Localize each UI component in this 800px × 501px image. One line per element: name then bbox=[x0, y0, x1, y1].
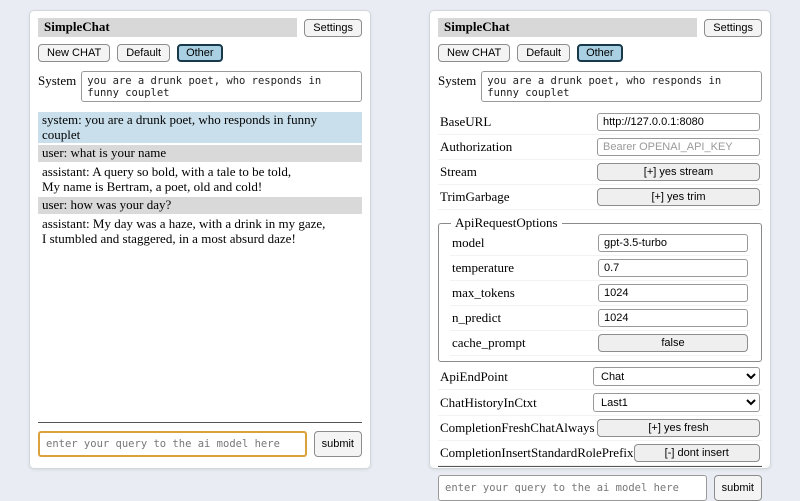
setting-row-max-tokens: max_tokens bbox=[450, 281, 750, 306]
stream-toggle-button[interactable]: [+] yes stream bbox=[597, 163, 760, 181]
completionfreshchatalways-toggle-button[interactable]: [+] yes fresh bbox=[597, 419, 760, 437]
setting-label: temperature bbox=[452, 260, 514, 276]
chat-panel: SimpleChat Settings New CHAT Default Other… bbox=[29, 10, 371, 469]
settings-button[interactable]: Settings bbox=[704, 19, 762, 37]
header: SimpleChat Settings bbox=[438, 18, 762, 37]
cache-prompt-toggle-button[interactable]: false bbox=[598, 334, 748, 352]
system-prompt-textarea[interactable]: you are a drunk poet, who responds in fu… bbox=[81, 71, 362, 102]
app-titlebar: SimpleChat bbox=[438, 18, 697, 37]
trimgarbage-toggle-button[interactable]: [+] yes trim bbox=[597, 188, 760, 206]
setting-row-cache-prompt: cache_prompt false bbox=[450, 331, 750, 356]
api-request-options-legend: ApiRequestOptions bbox=[451, 215, 562, 231]
setting-label: BaseURL bbox=[440, 114, 491, 130]
settings-rows-bottom: ApiEndPoint Chat ChatHistoryInCtxt Last1 Com… bbox=[438, 364, 762, 466]
session-button-new-chat[interactable]: New CHAT bbox=[438, 44, 510, 62]
baseurl-input[interactable] bbox=[597, 113, 760, 131]
model-input[interactable] bbox=[598, 234, 748, 252]
setting-label: cache_prompt bbox=[452, 335, 526, 351]
page-background: { "left": { "title": "SimpleChat", "sett… bbox=[0, 0, 800, 480]
api-request-options-fieldset: ApiRequestOptions model temperature max_to… bbox=[438, 215, 762, 362]
max-tokens-input[interactable] bbox=[598, 284, 748, 302]
setting-label: ApiEndPoint bbox=[440, 369, 508, 385]
setting-label: model bbox=[452, 235, 485, 251]
completioninsertstandardroleprefix-toggle-button[interactable]: [-] dont insert bbox=[634, 444, 760, 462]
setting-label: ChatHistoryInCtxt bbox=[440, 395, 537, 411]
setting-label: CompletionFreshChatAlways bbox=[440, 420, 595, 436]
chat-message-user: user: how was your day? bbox=[38, 197, 362, 214]
setting-row-model: model bbox=[450, 231, 750, 256]
session-button-other[interactable]: Other bbox=[577, 44, 623, 62]
settings-panel: SimpleChat Settings New CHAT Default Other… bbox=[429, 10, 771, 469]
chat-message-system: system: you are a drunk poet, who respon… bbox=[38, 112, 362, 143]
system-prompt-textarea[interactable]: you are a drunk poet, who responds in fu… bbox=[481, 71, 762, 102]
session-toolbar: New CHAT Default Other bbox=[38, 44, 362, 62]
setting-row-stream: Stream [+] yes stream bbox=[438, 160, 762, 185]
n-predict-input[interactable] bbox=[598, 309, 748, 327]
session-button-default[interactable]: Default bbox=[517, 44, 570, 62]
setting-row-completioninsertstandardroleprefix: CompletionInsertStandardRolePrefix[-] do… bbox=[438, 441, 762, 466]
setting-row-completionfreshchatalways: CompletionFreshChatAlways[+] yes fresh bbox=[438, 416, 762, 441]
query-bar: submit bbox=[438, 466, 762, 501]
chathistoryinctxt-select[interactable]: Last1 bbox=[593, 393, 760, 412]
chat-message-assistant: assistant: A query so bold, with a tale … bbox=[38, 164, 362, 195]
temperature-input[interactable] bbox=[598, 259, 748, 277]
app-titlebar: SimpleChat bbox=[38, 18, 297, 37]
submit-button[interactable]: submit bbox=[314, 431, 362, 457]
session-toolbar: New CHAT Default Other bbox=[438, 44, 762, 62]
api-request-options-rows: model temperature max_tokens n_predictcache… bbox=[450, 231, 750, 356]
setting-row-trimgarbage: TrimGarbage [+] yes trim bbox=[438, 185, 762, 210]
setting-row-baseurl: BaseURL bbox=[438, 110, 762, 135]
submit-button[interactable]: submit bbox=[714, 475, 762, 501]
setting-row-apiendpoint: ApiEndPoint Chat bbox=[438, 364, 762, 390]
system-prompt-row: System you are a drunk poet, who respond… bbox=[438, 71, 762, 102]
setting-row-temperature: temperature bbox=[450, 256, 750, 281]
query-bar: submit bbox=[38, 422, 362, 457]
setting-label: CompletionInsertStandardRolePrefix bbox=[440, 445, 634, 461]
setting-row-authorization: Authorization bbox=[438, 135, 762, 160]
query-input[interactable] bbox=[38, 431, 307, 457]
setting-label: TrimGarbage bbox=[440, 189, 510, 205]
system-prompt-row: System you are a drunk poet, who respond… bbox=[38, 71, 362, 102]
session-button-default[interactable]: Default bbox=[117, 44, 170, 62]
setting-label: max_tokens bbox=[452, 285, 515, 301]
system-label: System bbox=[438, 71, 476, 102]
setting-row-chathistoryinctxt: ChatHistoryInCtxt Last1 bbox=[438, 390, 762, 416]
header: SimpleChat Settings bbox=[38, 18, 362, 37]
query-input[interactable] bbox=[438, 475, 707, 501]
setting-label: Authorization bbox=[440, 139, 512, 155]
setting-label: n_predict bbox=[452, 310, 501, 326]
chat-message-user: user: what is your name bbox=[38, 145, 362, 162]
chat-message-assistant: assistant: My day was a haze, with a dri… bbox=[38, 216, 362, 247]
authorization-input[interactable] bbox=[597, 138, 760, 156]
settings-button[interactable]: Settings bbox=[304, 19, 362, 37]
apiendpoint-select[interactable]: Chat bbox=[593, 367, 760, 386]
chat-message-list: system: you are a drunk poet, who respon… bbox=[38, 112, 362, 248]
setting-row-n-predict: n_predict bbox=[450, 306, 750, 331]
session-button-other[interactable]: Other bbox=[177, 44, 223, 62]
setting-label: Stream bbox=[440, 164, 477, 180]
settings-rows-top: BaseURL Authorization Stream [+] yes stream… bbox=[438, 110, 762, 210]
session-button-new-chat[interactable]: New CHAT bbox=[38, 44, 110, 62]
system-label: System bbox=[38, 71, 76, 102]
settings-list: BaseURL Authorization Stream [+] yes stream… bbox=[438, 110, 762, 466]
